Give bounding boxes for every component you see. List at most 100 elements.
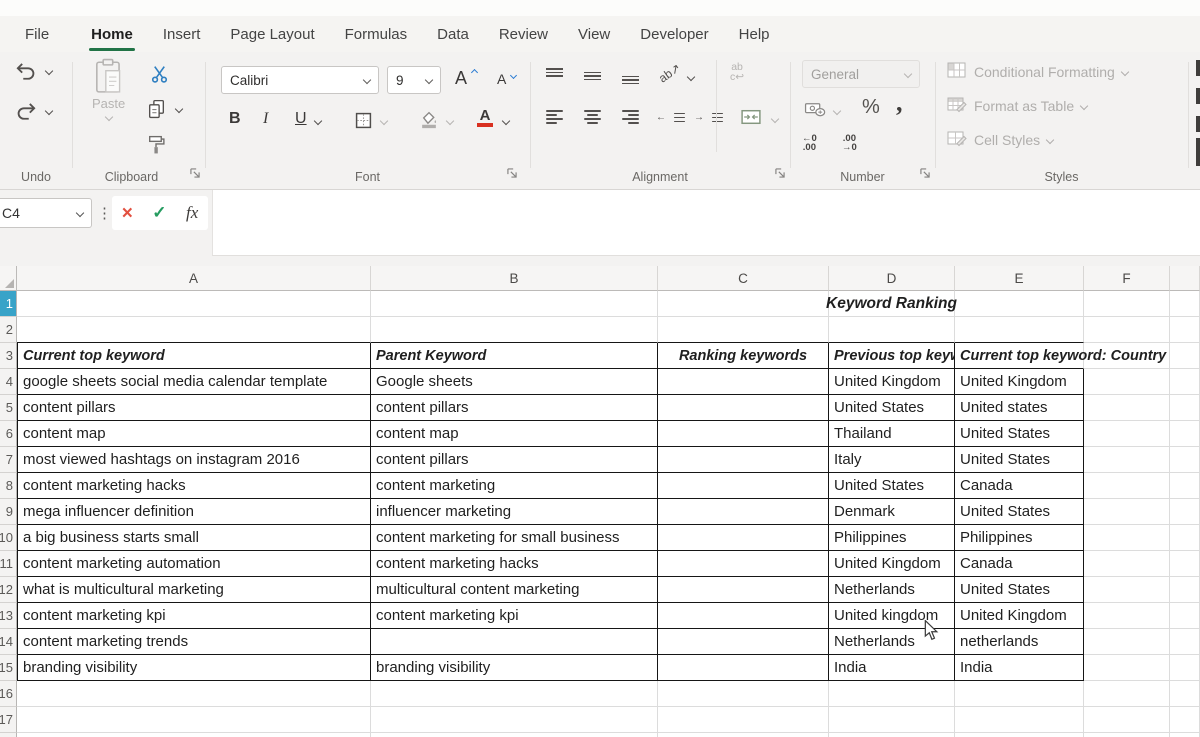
cell-G4[interactable] — [1170, 369, 1200, 395]
cell-C6[interactable] — [658, 421, 829, 447]
cell-C9[interactable] — [658, 499, 829, 525]
cell-F15[interactable] — [1084, 655, 1170, 681]
clipboard-dialog-launcher[interactable] — [188, 166, 202, 180]
column-header-G[interactable] — [1170, 266, 1200, 291]
cell-B1[interactable] — [371, 291, 658, 317]
cell-B9[interactable]: influencer marketing — [371, 499, 658, 525]
copy-dropdown[interactable] — [175, 105, 183, 113]
cell-E4[interactable]: United Kingdom — [955, 369, 1084, 395]
conditional-formatting-button[interactable]: Conditional Formatting — [947, 62, 1128, 82]
accounting-format-dropdown[interactable] — [833, 107, 841, 115]
cell-B14[interactable] — [371, 629, 658, 655]
cell-F18[interactable] — [1084, 733, 1170, 737]
cell-C10[interactable] — [658, 525, 829, 551]
cell-E17[interactable] — [955, 707, 1084, 733]
row-header-3[interactable]: 3 — [0, 343, 17, 369]
underline-dropdown[interactable] — [314, 117, 322, 125]
cell-B4[interactable]: Google sheets — [371, 369, 658, 395]
orientation-dropdown[interactable] — [687, 73, 695, 81]
borders-dropdown[interactable] — [380, 117, 388, 125]
name-box-dropdown[interactable] — [76, 209, 84, 217]
cell-C1[interactable] — [658, 291, 829, 317]
cell-D2[interactable] — [829, 317, 955, 343]
cell-A16[interactable] — [17, 681, 371, 707]
cell-D8[interactable]: United States — [829, 473, 955, 499]
tab-data[interactable]: Data — [422, 16, 484, 52]
decrease-font-button[interactable]: A — [497, 71, 511, 87]
row-header-17[interactable]: 17 — [0, 707, 17, 733]
font-size-combo[interactable]: 9 — [387, 66, 441, 94]
row-header-8[interactable]: 8 — [0, 473, 17, 499]
increase-indent-button[interactable]: → — [694, 112, 723, 123]
cell-B13[interactable]: content marketing kpi — [371, 603, 658, 629]
fill-color-dropdown[interactable] — [446, 117, 454, 125]
tab-file[interactable]: File — [10, 16, 64, 52]
cell-G1[interactable] — [1170, 291, 1200, 317]
row-header-5[interactable]: 5 — [0, 395, 17, 421]
sheet-title-cell[interactable]: Keyword Ranking — [829, 291, 955, 317]
tab-review[interactable]: Review — [484, 16, 563, 52]
cell-E7[interactable]: United States — [955, 447, 1084, 473]
cell-B17[interactable] — [371, 707, 658, 733]
row-header-16[interactable]: 16 — [0, 681, 17, 707]
redo-dropdown[interactable] — [45, 107, 53, 115]
insert-function-button[interactable]: fx — [186, 203, 198, 223]
tab-home[interactable]: Home — [76, 16, 148, 52]
cell-C7[interactable] — [658, 447, 829, 473]
tab-insert[interactable]: Insert — [148, 16, 216, 52]
borders-button[interactable] — [355, 112, 372, 129]
cell-styles-button[interactable]: Cell Styles — [947, 130, 1053, 150]
cell-B2[interactable] — [371, 317, 658, 343]
row-header-13[interactable]: 13 — [0, 603, 17, 629]
cell-A5[interactable]: content pillars — [17, 395, 371, 421]
cell-A4[interactable]: google sheets social media calendar temp… — [17, 369, 371, 395]
align-top-button[interactable] — [546, 68, 563, 84]
number-format-combo[interactable]: General — [802, 60, 920, 88]
row-header-12[interactable]: 12 — [0, 577, 17, 603]
cell-F5[interactable] — [1084, 395, 1170, 421]
cancel-button[interactable]: × — [122, 204, 133, 223]
copy-button[interactable] — [146, 98, 167, 119]
column-header-A[interactable]: A — [17, 266, 371, 291]
cell-G7[interactable] — [1170, 447, 1200, 473]
cell-E1[interactable] — [955, 291, 1084, 317]
cell-F4[interactable] — [1084, 369, 1170, 395]
cell-G9[interactable] — [1170, 499, 1200, 525]
row-header-4[interactable]: 4 — [0, 369, 17, 395]
cell-A2[interactable] — [17, 317, 371, 343]
cell-C2[interactable] — [658, 317, 829, 343]
cell-E16[interactable] — [955, 681, 1084, 707]
cell-D3[interactable]: Previous top keyw — [829, 343, 955, 369]
format-as-table-button[interactable]: Format as Table — [947, 96, 1087, 116]
cell-E5[interactable]: United states — [955, 395, 1084, 421]
cell-D4[interactable]: United Kingdom — [829, 369, 955, 395]
cell-A3[interactable]: Current top keyword — [17, 343, 371, 369]
cell-A6[interactable]: content map — [17, 421, 371, 447]
cell-E6[interactable]: United States — [955, 421, 1084, 447]
row-header-1[interactable]: 1 — [0, 291, 17, 317]
paste-button[interactable]: Paste — [92, 58, 125, 120]
align-left-button[interactable] — [546, 110, 563, 124]
cell-A14[interactable]: content marketing trends — [17, 629, 371, 655]
font-color-dropdown[interactable] — [502, 117, 510, 125]
font-color-button[interactable]: A — [477, 109, 493, 127]
row-header-9[interactable]: 9 — [0, 499, 17, 525]
cell-G17[interactable] — [1170, 707, 1200, 733]
cell-B6[interactable]: content map — [371, 421, 658, 447]
cell-F9[interactable] — [1084, 499, 1170, 525]
cell-A17[interactable] — [17, 707, 371, 733]
tab-help[interactable]: Help — [724, 16, 785, 52]
cell-B11[interactable]: content marketing hacks — [371, 551, 658, 577]
cell-D10[interactable]: Philippines — [829, 525, 955, 551]
increase-font-button[interactable]: A — [455, 68, 472, 89]
cell-F2[interactable] — [1084, 317, 1170, 343]
cell-F16[interactable] — [1084, 681, 1170, 707]
cell-C18[interactable] — [658, 733, 829, 737]
cell-B10[interactable]: content marketing for small business — [371, 525, 658, 551]
column-header-F[interactable]: F — [1084, 266, 1170, 291]
cell-G11[interactable] — [1170, 551, 1200, 577]
cell-G6[interactable] — [1170, 421, 1200, 447]
cell-C16[interactable] — [658, 681, 829, 707]
cell-G18[interactable] — [1170, 733, 1200, 737]
cell-C14[interactable] — [658, 629, 829, 655]
